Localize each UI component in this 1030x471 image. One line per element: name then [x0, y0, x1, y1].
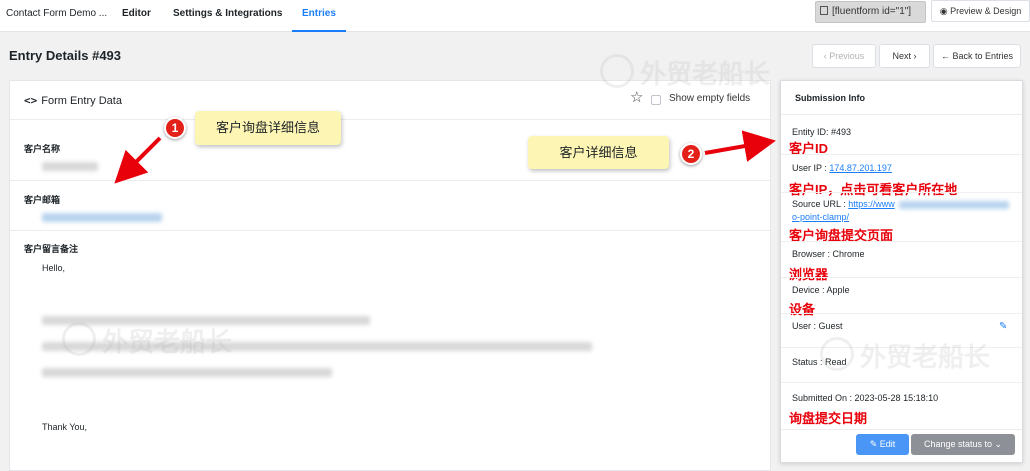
annotation-arrows [114, 130, 776, 184]
annotation-arrow-1 [114, 136, 162, 184]
annotation-arrow-2 [704, 130, 776, 162]
